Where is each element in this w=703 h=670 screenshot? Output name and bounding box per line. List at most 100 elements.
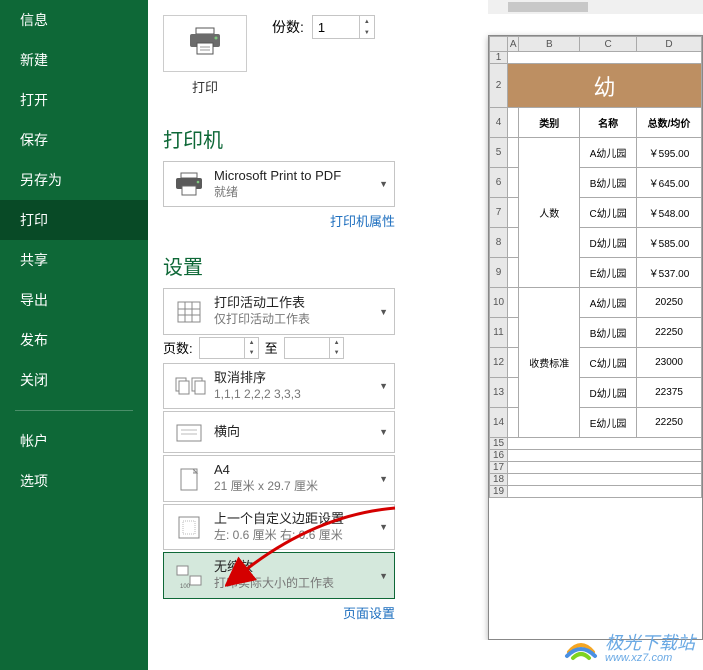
paper-title: A4 bbox=[214, 462, 386, 479]
print-what-title: 打印活动工作表 bbox=[214, 295, 386, 312]
sidebar-item-save[interactable]: 保存 bbox=[0, 120, 148, 160]
paper-size-selector[interactable]: A4 21 厘米 x 29.7 厘米 ▼ bbox=[163, 455, 395, 501]
collation-selector[interactable]: 取消排序 1,1,1 2,2,2 3,3,3 ▼ bbox=[163, 363, 395, 409]
cell: 名称 bbox=[580, 108, 637, 138]
spinner-down-icon[interactable]: ▼ bbox=[360, 27, 374, 38]
copies-spinner[interactable]: ▲ ▼ bbox=[312, 15, 375, 39]
printer-selector[interactable]: Microsoft Print to PDF 就绪 ▼ bbox=[163, 161, 395, 207]
sidebar-item-close[interactable]: 关闭 bbox=[0, 360, 148, 400]
spinner-down-icon[interactable]: ▼ bbox=[330, 348, 344, 358]
landscape-icon bbox=[172, 418, 206, 446]
cell: ￥548.00 bbox=[636, 198, 701, 228]
row-header: 1 bbox=[490, 52, 508, 64]
cell: 23000 bbox=[636, 348, 701, 378]
row-header: 15 bbox=[490, 438, 508, 450]
scaling-title: 无缩放 bbox=[214, 559, 386, 576]
sidebar-item-options[interactable]: 选项 bbox=[0, 461, 148, 501]
row-header: 2 bbox=[490, 64, 508, 108]
collate-icon bbox=[172, 372, 206, 400]
scaling-selector[interactable]: 100 无缩放 打印实际大小的工作表 ▼ bbox=[163, 552, 395, 598]
svg-text:100: 100 bbox=[180, 584, 191, 590]
print-what-selector[interactable]: 打印活动工作表 仅打印活动工作表 ▼ bbox=[163, 288, 395, 334]
print-button[interactable]: 打印 bbox=[163, 15, 247, 104]
row-header: 19 bbox=[490, 486, 508, 498]
cell: 总数/均价 bbox=[636, 108, 701, 138]
watermark-text: 极光下载站 bbox=[605, 634, 695, 652]
sidebar-item-share[interactable]: 共享 bbox=[0, 240, 148, 280]
row-header: 6 bbox=[490, 168, 508, 198]
printer-icon bbox=[186, 26, 224, 56]
sidebar-item-info[interactable]: 信息 bbox=[0, 0, 148, 40]
margins-title: 上一个自定义边距设置 bbox=[214, 511, 386, 528]
watermark-logo-icon bbox=[563, 634, 599, 664]
pages-to-input[interactable]: ▲▼ bbox=[284, 337, 344, 359]
col-header: D bbox=[636, 37, 701, 52]
cell: ￥585.00 bbox=[636, 228, 701, 258]
collation-sub: 1,1,1 2,2,2 3,3,3 bbox=[214, 387, 386, 403]
copies-input[interactable] bbox=[313, 16, 359, 38]
chevron-down-icon: ▼ bbox=[379, 179, 388, 189]
orientation-title: 横向 bbox=[214, 424, 386, 441]
cell: E幼儿园 bbox=[580, 408, 637, 438]
orientation-selector[interactable]: 横向 ▼ bbox=[163, 411, 395, 453]
scaling-sub: 打印实际大小的工作表 bbox=[214, 576, 386, 592]
col-header: B bbox=[519, 37, 580, 52]
cell: E幼儿园 bbox=[580, 258, 637, 288]
sidebar-item-export[interactable]: 导出 bbox=[0, 280, 148, 320]
cell: 人数 bbox=[519, 138, 580, 288]
cell: B幼儿园 bbox=[580, 318, 637, 348]
sidebar-item-print[interactable]: 打印 bbox=[0, 200, 148, 240]
row-header: 16 bbox=[490, 450, 508, 462]
sidebar-item-saveas[interactable]: 另存为 bbox=[0, 160, 148, 200]
cell: 20250 bbox=[636, 288, 701, 318]
copies-label: 份数: bbox=[272, 17, 304, 37]
col-header: A bbox=[508, 37, 519, 52]
margins-icon bbox=[172, 513, 206, 541]
print-what-sub: 仅打印活动工作表 bbox=[214, 312, 386, 328]
sidebar-item-new[interactable]: 新建 bbox=[0, 40, 148, 80]
chevron-down-icon: ▼ bbox=[379, 571, 388, 581]
spinner-down-icon[interactable]: ▼ bbox=[245, 348, 259, 358]
pages-to-label: 至 bbox=[265, 338, 278, 357]
row-header: 18 bbox=[490, 474, 508, 486]
spreadsheet-preview: ABCD 1 2幼 4类别名称总数/均价 5人数A幼儿园￥595.00 6B幼儿… bbox=[489, 36, 702, 498]
collation-title: 取消排序 bbox=[214, 370, 386, 387]
margins-selector[interactable]: 上一个自定义边距设置 左: 0.6 厘米 右: 0.6 厘米 ▼ bbox=[163, 504, 395, 550]
cell: 22250 bbox=[636, 408, 701, 438]
printer-name: Microsoft Print to PDF bbox=[214, 168, 386, 185]
cell: A幼儿园 bbox=[580, 288, 637, 318]
sidebar-item-publish[interactable]: 发布 bbox=[0, 320, 148, 360]
paper-sub: 21 厘米 x 29.7 厘米 bbox=[214, 479, 386, 495]
sidebar-item-open[interactable]: 打开 bbox=[0, 80, 148, 120]
col-header: C bbox=[580, 37, 637, 52]
cell: B幼儿园 bbox=[580, 168, 637, 198]
sheet-title: 幼 bbox=[508, 64, 702, 108]
page-icon bbox=[172, 465, 206, 493]
sidebar-item-account[interactable]: 帐户 bbox=[0, 421, 148, 461]
cell: 22375 bbox=[636, 378, 701, 408]
chevron-down-icon: ▼ bbox=[379, 522, 388, 532]
cell: 类别 bbox=[519, 108, 580, 138]
spinner-up-icon[interactable]: ▲ bbox=[360, 16, 374, 27]
chevron-down-icon: ▼ bbox=[379, 381, 388, 391]
spinner-up-icon[interactable]: ▲ bbox=[330, 338, 344, 348]
sheets-icon bbox=[172, 298, 206, 326]
scaling-icon: 100 bbox=[172, 562, 206, 590]
pages-from-input[interactable]: ▲▼ bbox=[199, 337, 259, 359]
page-setup-link[interactable]: 页面设置 bbox=[343, 606, 395, 621]
spinner-up-icon[interactable]: ▲ bbox=[245, 338, 259, 348]
cell: D幼儿园 bbox=[580, 378, 637, 408]
printer-device-icon bbox=[172, 170, 206, 198]
cell: C幼儿园 bbox=[580, 348, 637, 378]
row-header: 13 bbox=[490, 378, 508, 408]
chevron-down-icon: ▼ bbox=[379, 474, 388, 484]
chevron-down-icon: ▼ bbox=[379, 307, 388, 317]
print-button-label: 打印 bbox=[163, 77, 247, 104]
watermark: 极光下载站 www.xz7.com bbox=[563, 634, 695, 664]
printer-properties-link[interactable]: 打印机属性 bbox=[330, 214, 395, 229]
backstage-sidebar: 信息 新建 打开 保存 另存为 打印 共享 导出 发布 关闭 帐户 选项 bbox=[0, 0, 148, 670]
cell: 22250 bbox=[636, 318, 701, 348]
row-header: 10 bbox=[490, 288, 508, 318]
preview-scrollbar[interactable] bbox=[488, 0, 703, 14]
row-header: 8 bbox=[490, 228, 508, 258]
